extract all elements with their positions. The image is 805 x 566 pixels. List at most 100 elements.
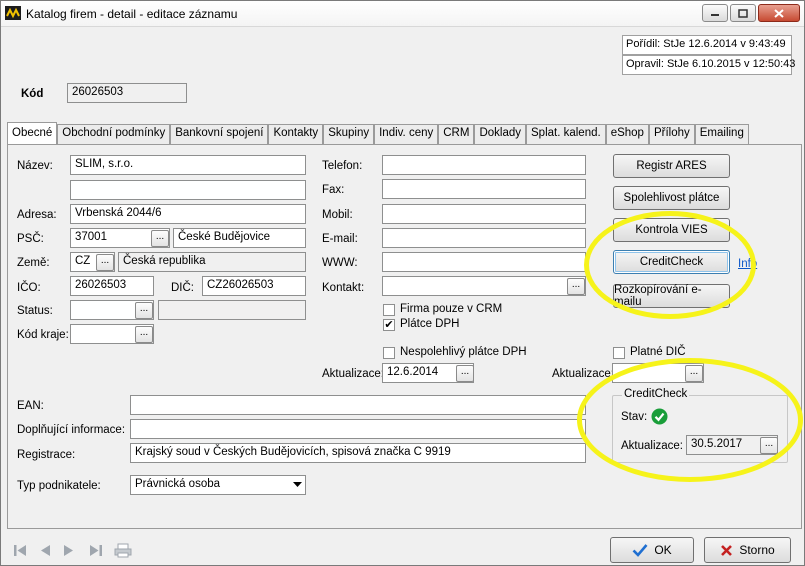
business-type-label: Typ podnikatele: <box>17 480 101 492</box>
business-type-select[interactable]: Právnická osoba <box>130 475 306 495</box>
first-record-button[interactable] <box>11 542 29 559</box>
contact-lookup-button[interactable]: ... <box>567 278 585 295</box>
main-window: Katalog firem - detail - editace záznamu… <box>0 0 805 566</box>
previous-record-button[interactable] <box>36 542 54 559</box>
status-lookup-button[interactable]: ... <box>135 302 153 319</box>
minimize-icon <box>711 14 719 16</box>
title-bar: Katalog firem - detail - editace záznamu <box>1 1 804 27</box>
name-field[interactable]: SLIM, s.r.o. <box>70 155 306 175</box>
next-record-button[interactable] <box>60 542 78 559</box>
right-update-lookup-button[interactable]: ... <box>685 365 703 382</box>
copy-email-button[interactable]: Rozkopírování e-mailu <box>613 284 730 308</box>
tab-bar: Obecné Obchodní podmínky Bankovní spojen… <box>7 122 749 144</box>
name-label: Název: <box>17 160 53 172</box>
fax-label: Fax: <box>322 184 345 196</box>
www-label: WWW: <box>322 257 358 269</box>
printer-icon <box>114 543 132 558</box>
ean-label: EAN: <box>17 400 44 412</box>
fax-field[interactable] <box>382 179 586 199</box>
cancel-x-icon <box>721 544 733 556</box>
vat-payer-checkbox[interactable]: ✔ <box>383 319 395 331</box>
phone-label: Telefon: <box>322 160 363 172</box>
ok-label: OK <box>654 543 672 557</box>
tab-bank[interactable]: Bankovní spojení <box>170 124 269 144</box>
ean-field[interactable] <box>130 395 586 415</box>
crm-only-checkbox[interactable] <box>383 304 395 316</box>
chevron-down-icon <box>293 482 302 487</box>
contact-field[interactable] <box>382 276 586 296</box>
maximize-icon <box>738 8 748 18</box>
psc-label: PSČ: <box>17 233 44 245</box>
creditcheck-update-label: Aktualizace: <box>621 440 684 452</box>
valid-dic-label: Platné DIČ <box>630 346 686 358</box>
city-field[interactable]: České Budějovice <box>173 228 306 248</box>
valid-dic-checkbox[interactable] <box>613 347 625 359</box>
tab-indiv-prices[interactable]: Indiv. ceny <box>374 124 439 144</box>
creditcheck-update-lookup-button[interactable]: ... <box>760 437 778 454</box>
modified-info: Opravil: StJe 6.10.2015 v 12:50:43 <box>622 55 795 75</box>
country-lookup-button[interactable]: ... <box>96 254 114 271</box>
mobile-field[interactable] <box>382 204 586 224</box>
creditcheck-button[interactable]: CreditCheck <box>613 250 730 274</box>
previous-record-icon <box>41 545 50 556</box>
email-field[interactable] <box>382 228 586 248</box>
tab-business-terms[interactable]: Obchodní podmínky <box>57 124 171 144</box>
unreliable-payer-checkbox[interactable] <box>383 347 395 359</box>
maximize-button[interactable] <box>730 4 756 22</box>
print-button[interactable] <box>113 542 133 559</box>
crm-only-label: Firma pouze v CRM <box>400 303 503 315</box>
status-label: Status: <box>17 305 53 317</box>
unreliable-payer-label: Nespolehlivý plátce DPH <box>400 346 527 358</box>
status-desc-field <box>158 300 306 320</box>
extra-info-field[interactable] <box>130 419 586 439</box>
window-title: Katalog firem - detail - editace záznamu <box>26 7 238 21</box>
name2-field[interactable] <box>70 180 306 200</box>
dic-field[interactable]: CZ26026503 <box>202 276 306 296</box>
update-label: Aktualizace: <box>322 368 385 380</box>
ico-label: IČO: <box>17 282 41 294</box>
region-lookup-button[interactable]: ... <box>135 326 153 343</box>
registration-field[interactable]: Krajský soud v Českých Budějovicích, spi… <box>130 443 586 463</box>
tab-attachments[interactable]: Přílohy <box>648 124 695 144</box>
update-lookup-button[interactable]: ... <box>456 365 474 382</box>
close-icon <box>774 8 784 18</box>
tab-emailing[interactable]: Emailing <box>694 124 749 144</box>
minimize-button[interactable] <box>702 4 728 22</box>
region-label: Kód kraje: <box>17 329 69 341</box>
tab-crm[interactable]: CRM <box>438 124 475 144</box>
tab-documents[interactable]: Doklady <box>474 124 526 144</box>
tab-groups[interactable]: Skupiny <box>323 124 375 144</box>
code-field[interactable]: 26026503 <box>67 83 187 103</box>
registry-ares-button[interactable]: Registr ARES <box>613 154 730 178</box>
last-record-button[interactable] <box>87 542 105 559</box>
app-logo-icon <box>5 6 21 20</box>
ok-button[interactable]: OK <box>610 537 694 563</box>
psc-lookup-button[interactable]: ... <box>151 230 169 247</box>
address-label: Adresa: <box>17 209 57 221</box>
cancel-button[interactable]: Storno <box>704 537 791 563</box>
vies-check-button[interactable]: Kontrola VIES <box>613 218 730 242</box>
tab-eshop[interactable]: eShop <box>605 124 649 144</box>
first-record-icon <box>14 545 26 556</box>
tab-general[interactable]: Obecné <box>7 122 58 144</box>
reliability-button[interactable]: Spolehlivost plátce <box>613 186 730 210</box>
cancel-label: Storno <box>739 543 775 557</box>
next-record-icon <box>64 545 73 556</box>
code-label: Kód <box>21 88 44 100</box>
tab-contacts[interactable]: Kontakty <box>268 124 324 144</box>
ico-field[interactable]: 26026503 <box>70 276 154 296</box>
tab-payment-calendar[interactable]: Splat. kalend. <box>526 124 606 144</box>
creditcheck-legend: CreditCheck <box>622 388 690 400</box>
www-field[interactable] <box>382 252 586 272</box>
country-label: Země: <box>17 257 50 269</box>
extra-info-label: Doplňující informace: <box>17 424 126 436</box>
mobile-label: Mobil: <box>322 209 353 221</box>
last-record-icon <box>90 545 102 556</box>
phone-field[interactable] <box>382 155 586 175</box>
business-type-value: Právnická osoba <box>135 478 221 490</box>
vat-payer-label: Plátce DPH <box>400 318 460 330</box>
close-button[interactable] <box>758 4 800 22</box>
info-link[interactable]: Info <box>738 258 757 270</box>
right-update-label: Aktualizace: <box>552 368 615 380</box>
address-field[interactable]: Vrbenská 2044/6 <box>70 204 306 224</box>
